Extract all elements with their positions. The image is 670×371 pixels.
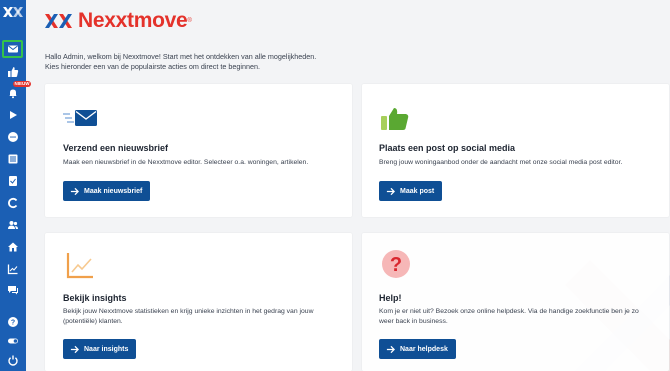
thumbs-up-icon: [381, 108, 409, 130]
card-description: Maak een nieuwsbrief in de Nexxtmove edi…: [63, 159, 309, 166]
play-icon: [9, 111, 17, 119]
sidebar-item-users[interactable]: [2, 216, 23, 234]
welcome-text: Hallo Admin, welkom bij Nexxtmove! Start…: [45, 52, 316, 72]
sidebar-item-refresh[interactable]: [2, 194, 23, 212]
list-icon: [8, 154, 17, 164]
svg-text:?: ?: [390, 254, 402, 276]
new-badge: NIEUW: [13, 81, 31, 87]
card-title: Verzend een nieuwsbrief: [63, 143, 169, 153]
bell-icon: [9, 89, 16, 99]
envelope-icon: [63, 110, 97, 126]
arrow-right-icon: [386, 187, 395, 195]
sidebar-item-chat[interactable]: [2, 128, 23, 146]
welcome-line-1: Hallo Admin, welkom bij Nexxtmove! Start…: [45, 52, 317, 61]
create-newsletter-button[interactable]: Maak nieuwsbrief: [63, 181, 151, 201]
svg-text:?: ?: [10, 320, 14, 327]
arrow-right-icon: [70, 345, 79, 353]
open-helpdesk-button[interactable]: Naar helpdesk: [379, 339, 456, 359]
button-label: Naar helpdesk: [400, 345, 448, 353]
arrow-right-icon: [70, 187, 79, 195]
card-description-line-2: (potentiële) klanten.: [63, 318, 123, 325]
card-title: Bekijk insights: [63, 293, 127, 303]
card-description: Kom je er niet uit? Bezoek onze online h…: [379, 307, 639, 327]
power-icon: [7, 355, 18, 366]
chat-icon: [7, 132, 18, 142]
card-title: Plaats een post op social media: [379, 143, 516, 153]
brand-name: Nexxtmove: [78, 9, 188, 32]
welcome-line-2: Kies hieronder een van de populairste ac…: [45, 62, 260, 71]
button-label: Maak nieuwsbrief: [84, 187, 143, 195]
users-icon: [7, 221, 18, 229]
card-title: Help!: [379, 293, 402, 303]
sidebar-item-insights[interactable]: [2, 260, 23, 278]
nexxtmove-logo-icon: [45, 14, 72, 28]
document-check-icon: [8, 176, 17, 186]
chart-icon: [66, 253, 93, 279]
home-icon: [7, 242, 18, 252]
card-description: Bekijk jouw Nexxtmove statistieken en kr…: [63, 307, 313, 327]
sidebar-item-power[interactable]: [2, 351, 23, 369]
help-icon: ?: [7, 317, 18, 327]
nexxtmove-logo-icon[interactable]: [2, 5, 24, 19]
envelope-icon: [7, 45, 18, 53]
sidebar-item-documents[interactable]: [2, 172, 23, 190]
view-insights-button[interactable]: Naar insights: [63, 339, 137, 359]
sidebar-item-list[interactable]: [2, 150, 23, 168]
sidebar: NIEUW ?: [0, 0, 31, 371]
sidebar-item-home[interactable]: [2, 238, 23, 256]
card-description-line-1: Kom je er niet uit? Bezoek onze online h…: [379, 308, 639, 315]
thumbs-up-icon: [7, 67, 18, 77]
sidebar-item-newsletter[interactable]: [2, 40, 23, 58]
button-label: Maak post: [400, 187, 435, 195]
card-help: ? Help! Kom je er niet uit? Bezoek onze …: [362, 233, 669, 371]
card-newsletter: Verzend een nieuwsbrief Maak een nieuwsb…: [45, 84, 352, 217]
question-mark-icon: ?: [382, 250, 410, 278]
toggle-icon: [7, 338, 18, 344]
sidebar-item-play[interactable]: [2, 106, 23, 124]
sidebar-item-social[interactable]: [2, 63, 23, 81]
sidebar-item-help[interactable]: ?: [2, 313, 23, 331]
refresh-icon: [7, 197, 17, 209]
card-description-line-1: Bekijk jouw Nexxtmove statistieken en kr…: [63, 308, 314, 315]
sidebar-item-toggle[interactable]: [2, 332, 23, 350]
chart-icon: [7, 264, 17, 275]
arrow-right-icon: [386, 345, 395, 353]
button-label: Naar insights: [84, 345, 129, 353]
card-description-line-2: weer back in business.: [379, 318, 448, 325]
card-social-post: Plaats een post op social media Breng jo…: [362, 84, 669, 217]
card-insights: Bekijk insights Bekijk jouw Nexxtmove st…: [45, 233, 352, 371]
card-description: Breng jouw woningaanbod onder de aandach…: [379, 159, 623, 166]
messages-icon: [7, 286, 18, 295]
create-post-button[interactable]: Maak post: [379, 181, 443, 201]
sidebar-item-notifications[interactable]: NIEUW: [2, 81, 31, 102]
brand-logo: Nexxtmove ®: [44, 9, 192, 33]
brand-registered: ®: [187, 18, 192, 24]
sidebar-item-messages[interactable]: [2, 281, 23, 299]
